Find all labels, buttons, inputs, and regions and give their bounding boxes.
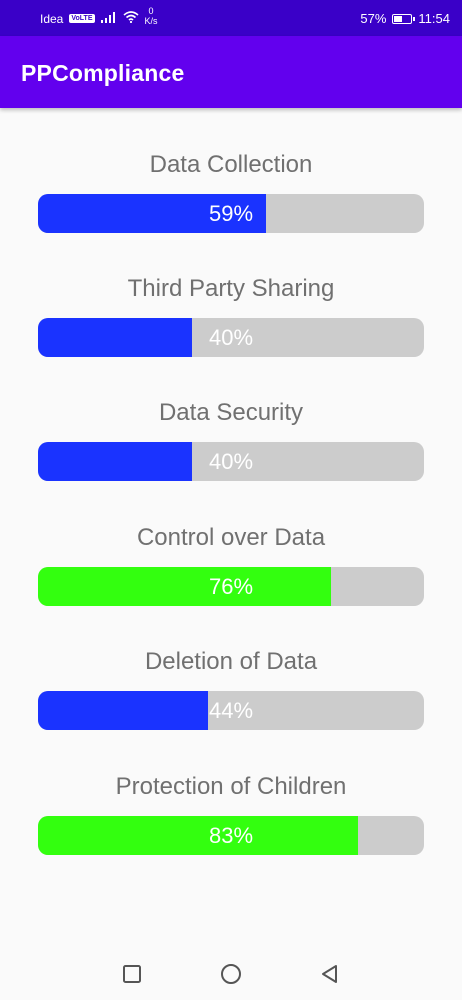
metric-label: Deletion of Data — [144, 648, 318, 675]
metric-deletion-of-data: Deletion of Data 44% — [38, 647, 424, 730]
status-left: Idea VoLTE 0 K/s — [40, 6, 158, 26]
network-speed-unit: K/s — [144, 15, 158, 26]
metric-label: Protection of Children — [115, 773, 347, 800]
app-bar: PPCompliance — [0, 36, 462, 108]
progress-percent: 83% — [208, 823, 254, 848]
status-right: 57% 11:54 — [360, 11, 450, 26]
volte-badge: VoLTE — [69, 14, 95, 23]
progress-bar: 76% — [38, 567, 424, 606]
recents-square-icon[interactable] — [120, 962, 144, 986]
wifi-icon — [122, 11, 139, 26]
battery-percent: 57% — [360, 11, 387, 26]
home-circle-icon[interactable] — [219, 962, 243, 986]
metric-protection-of-children: Protection of Children 83% — [38, 772, 424, 855]
clock: 11:54 — [418, 11, 450, 26]
metric-label: Control over Data — [136, 524, 326, 551]
progress-percent: 59% — [208, 201, 254, 226]
progress-percent: 40% — [208, 325, 254, 350]
progress-bar: 83% — [38, 816, 424, 855]
metric-label: Data Collection — [149, 151, 313, 178]
metric-label: Third Party Sharing — [127, 275, 335, 302]
signal-icon — [100, 11, 117, 26]
metric-third-party-sharing: Third Party Sharing 40% — [38, 274, 424, 357]
progress-percent: 40% — [208, 449, 254, 474]
progress-bar: 40% — [38, 442, 424, 481]
metric-data-collection: Data Collection 59% — [38, 150, 424, 233]
metric-data-security: Data Security 40% — [38, 398, 424, 481]
status-bar: Idea VoLTE 0 K/s 57% 11:54 — [0, 0, 462, 36]
progress-percent: 44% — [208, 698, 254, 723]
network-speed-value: 0 — [148, 5, 154, 16]
navigation-bar — [0, 948, 462, 1000]
progress-bar: 40% — [38, 318, 424, 357]
progress-bar: 59% — [38, 194, 424, 233]
metric-label: Data Security — [158, 399, 304, 426]
carrier-name: Idea — [40, 11, 64, 26]
back-triangle-icon[interactable] — [318, 962, 342, 986]
network-speed: 0 K/s — [145, 6, 158, 26]
progress-bar: 44% — [38, 691, 424, 730]
metric-control-over-data: Control over Data 76% — [38, 523, 424, 606]
battery-level — [394, 15, 403, 22]
battery-icon — [392, 13, 416, 24]
app-title: PPCompliance — [21, 60, 185, 86]
progress-percent: 76% — [208, 574, 254, 599]
